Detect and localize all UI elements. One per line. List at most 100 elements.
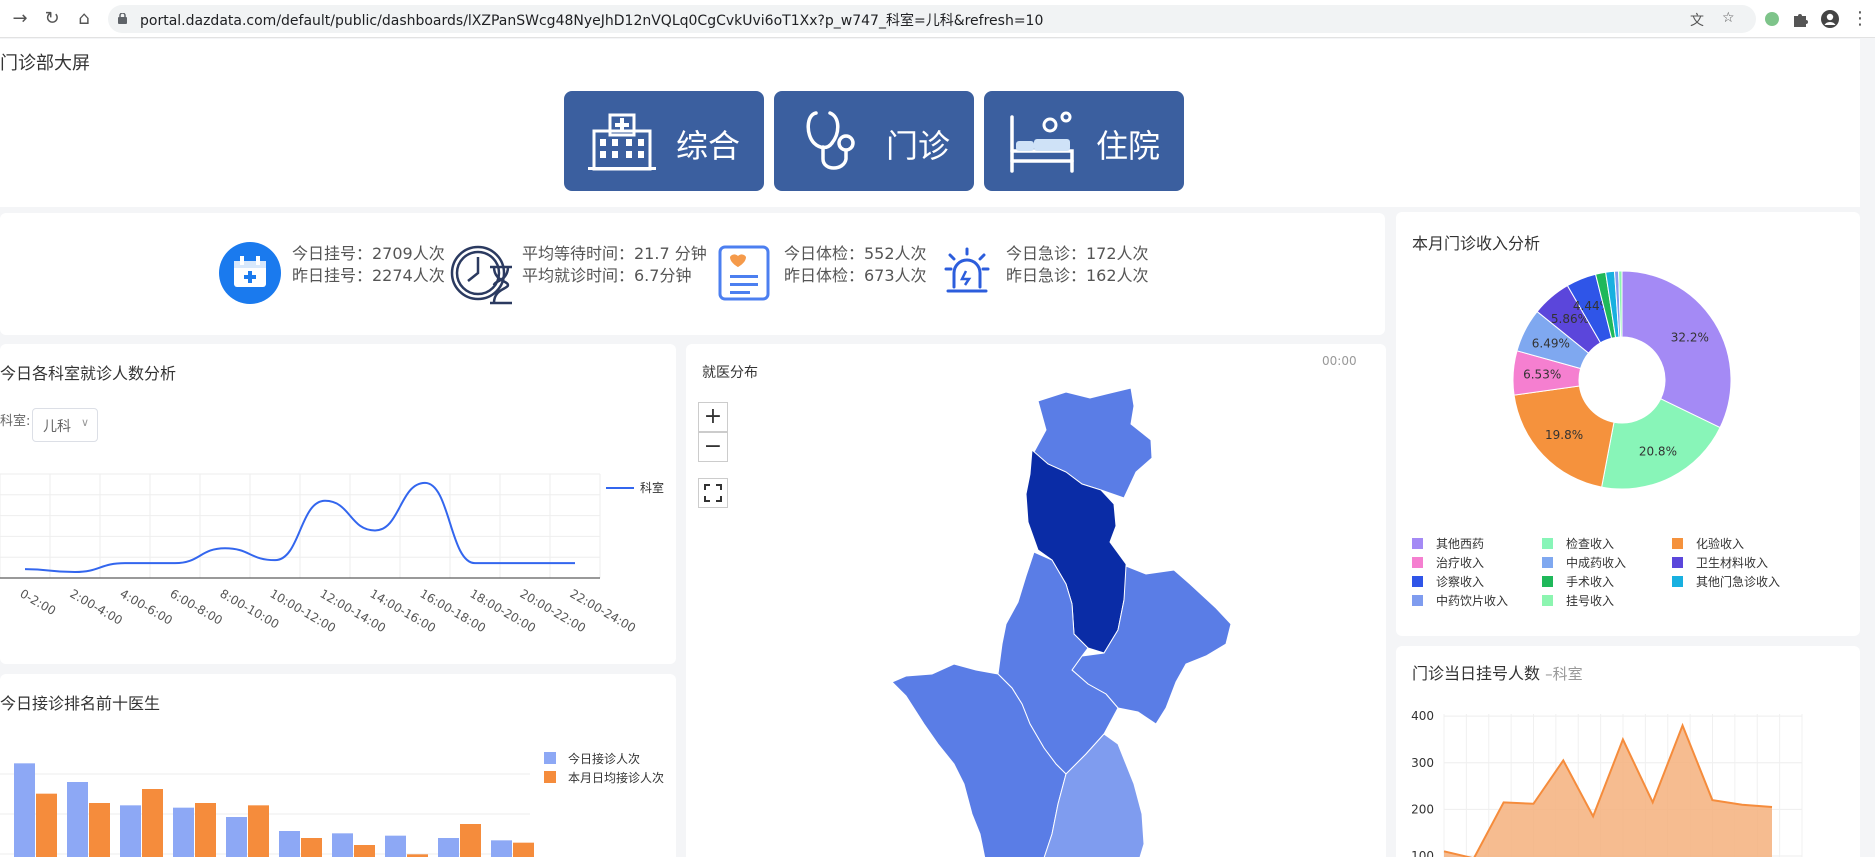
tile-outpatient-label: 门诊 [886,127,951,165]
clock-hourglass-icon [450,245,512,305]
dept-line-chart: 0-2:00 2:00-4:004:00-6:006:00-8:008:00-10… [0,473,664,635]
bar-monthly-6 [301,838,322,857]
bar-today-6 [279,831,300,857]
legend-marker [1542,576,1553,587]
legend-marker [1542,595,1553,606]
y-tick-label: 200 [1411,802,1434,816]
pie-slice-label: 5.86% [1551,312,1589,326]
bar-today-9 [438,838,459,857]
forward-icon[interactable]: → [10,9,30,29]
legend-label: 其他西药 [1436,537,1484,551]
header-panel: 门诊部大屏 综合 门诊 住院 [0,39,1860,207]
browser-toolbar: → ↻ ⌂ portal.dazdata.com/default/public/… [0,0,1875,38]
bar-today-10 [491,840,512,857]
legend-label: 其他门急诊收入 [1696,574,1780,589]
stat-registration: 今日挂号：2709人次 昨日挂号：2274人次 [292,243,445,287]
bar-monthly-3 [142,789,163,857]
x-tick-label: 0-2:00 [18,586,59,618]
registration-area [1444,725,1772,857]
legend-marker [1412,538,1423,549]
stat-avg-visit: 平均就诊时间：6.7分钟 [522,266,692,285]
stat-emergency: 今日急诊：172人次 昨日急诊：162人次 [1006,243,1149,287]
bar-today-4 [173,807,194,857]
region-map [891,387,1232,857]
bar-today-8 [385,835,406,857]
x-tick-label: 6:00-8:00 [168,586,225,627]
stat-emergency-today: 今日急诊：172人次 [1006,244,1149,263]
stat-checkup: 今日体检：552人次 昨日体检：673人次 [784,243,927,287]
stat-wait-time: 平均等待时间：21.7 分钟 平均就诊时间：6.7分钟 [522,243,707,287]
legend-label: 中成药收入 [1566,555,1626,570]
browser-menu-icon[interactable]: ⋮ [1850,9,1870,29]
y-tick-label: 100 [1411,849,1434,857]
bar-today-7 [332,833,353,857]
stats-panel: 今日挂号：2709人次 昨日挂号：2274人次 平均等待时间：21.7 分钟 平… [0,213,1385,335]
y-tick-label: 400 [1411,709,1434,723]
legend-label: 今日接诊人次 [568,751,640,766]
hospital-building-icon [588,113,656,171]
registration-panel: 门诊当日挂号人数 –科室 100 200 300 400 [1396,646,1860,857]
stat-registration-yesterday: 昨日挂号：2274人次 [292,266,445,285]
income-panel: 本月门诊收入分析 金额(万元)32.2%20.8%19.8%6.53%6.49%… [1396,212,1860,636]
lock-icon [118,13,127,24]
pie-slice-label: 19.8% [1545,428,1583,442]
bar-monthly-2 [89,803,110,857]
legend-marker [1412,557,1423,568]
stat-registration-today: 今日挂号：2709人次 [292,244,445,263]
profile-avatar-icon[interactable] [1820,9,1840,29]
legend-label: 挂号收入 [1566,594,1614,608]
hospital-bed-icon [1010,111,1074,173]
bar-monthly-4 [195,803,216,857]
top-doctors-panel: 今日接诊排名前十医生 今日接诊人次 本月日均接诊人次 [0,674,676,857]
tile-comprehensive[interactable]: 综合 [564,91,764,191]
stat-checkup-today: 今日体检：552人次 [784,244,927,263]
bar-monthly-1 [36,793,57,857]
health-report-icon [718,245,770,301]
y-tick-label: 300 [1411,756,1434,770]
pie-slice-label: 6.49% [1532,336,1570,350]
legend-marker [1412,595,1423,606]
puzzle-extensions-icon[interactable] [1790,9,1810,29]
stethoscope-icon [806,111,855,170]
pie-slice-1 [1621,270,1732,429]
legend-marker [544,771,556,783]
translate-icon[interactable]: 文 [1690,10,1704,30]
top-doctors-bar-chart: 今日接诊人次本月日均接诊人次 [0,751,664,857]
address-bar[interactable]: portal.dazdata.com/default/public/dashbo… [108,5,1756,33]
url-text[interactable]: portal.dazdata.com/default/public/dashbo… [140,10,1043,30]
legend-label: 卫生材料收入 [1696,556,1768,570]
legend-marker [1542,557,1553,568]
tile-inpatient[interactable]: 住院 [984,91,1184,191]
legend-marker [1412,576,1423,587]
legend-label: 手术收入 [1566,575,1614,589]
home-icon[interactable]: ⌂ [74,9,94,29]
legend-label: 诊察收入 [1436,575,1484,589]
tile-comprehensive-label: 综合 [676,127,741,165]
bar-monthly-5 [248,805,269,857]
legend-marker [1672,576,1683,587]
legend-label: 治疗收入 [1436,556,1484,570]
bar-today-5 [226,817,247,857]
bar-today-2 [67,782,88,857]
alarm-siren-icon [944,247,990,293]
legend-marker [544,752,556,764]
legend-label: 科室 [640,480,664,495]
bar-monthly-10 [513,842,534,857]
bar-today-3 [120,805,141,857]
bookmark-star-icon[interactable]: ☆ [1722,10,1735,26]
legend-label: 检查收入 [1566,536,1614,551]
reload-icon[interactable]: ↻ [42,9,62,29]
tile-inpatient-label: 住院 [1096,127,1161,165]
bar-monthly-7 [354,845,375,857]
legend-label: 中药饮片收入 [1436,593,1508,608]
page-title: 门诊部大屏 [0,53,90,74]
x-tick-label: 4:00-6:00 [118,586,175,627]
tile-outpatient[interactable]: 门诊 [774,91,974,191]
registration-area-chart: 100 200 300 400 [1411,709,1803,857]
legend-label: 化验收入 [1696,536,1744,551]
legend-marker [1672,557,1683,568]
extension-green-icon[interactable] [1762,9,1782,29]
legend-label: 本月日均接诊人次 [568,770,664,785]
stat-avg-wait: 平均等待时间：21.7 分钟 [522,244,707,263]
stat-emergency-yesterday: 昨日急诊：162人次 [1006,266,1149,285]
